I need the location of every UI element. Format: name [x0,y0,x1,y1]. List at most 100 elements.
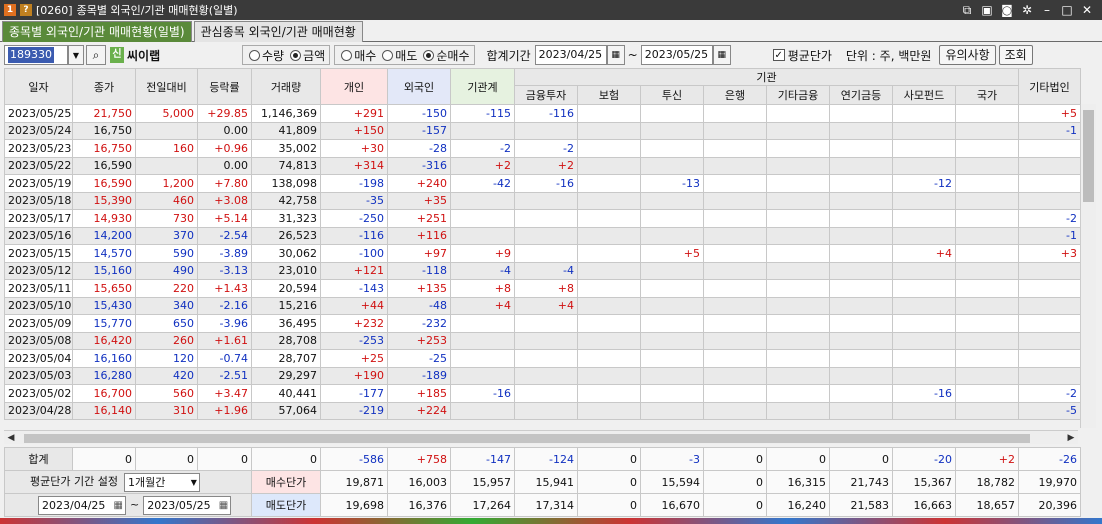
col-other-corp[interactable]: 기타법인 [1018,68,1081,105]
scroll-thumb[interactable] [1083,110,1094,202]
horizontal-scrollbar[interactable]: ◀ ▶ [4,430,1078,444]
tab-watchlist[interactable]: 관심종목 외국인/기관 매매현황 [193,21,363,42]
save-icon[interactable]: ▣ [980,3,994,18]
col-date[interactable]: 일자 [4,68,73,105]
cell-inst-sub [514,349,578,368]
table-row[interactable]: 2023/05/11 15,650 220 +1.43 20,594 -143 +135 +8… [4,279,1081,298]
scroll-left-icon[interactable]: ◀ [4,433,18,443]
cell-inst-sub [766,209,830,228]
code-dropdown-icon[interactable]: ▼ [68,45,84,65]
tab-stock-daily[interactable]: 종목별 외국인/기관 매매현황(일별) [2,21,192,42]
radio-quantity[interactable]: 수량 [249,47,284,64]
search-icon[interactable]: ⌕ [86,45,106,65]
cell-inst-sub [640,261,704,280]
table-row[interactable]: 2023/05/17 14,930 730 +5.14 31,323 -250 +251 -2 [4,209,1081,228]
cell-rate: -0.74 [197,349,252,368]
start-date-field[interactable]: 2023/04/25 [534,45,607,65]
cell-close: 16,700 [72,384,136,403]
col-inst-sub[interactable]: 국가 [955,85,1019,105]
total-inst-sub: 0 [766,447,830,471]
maximize-icon[interactable]: □ [1060,3,1074,18]
cell-inst-sub [766,156,830,175]
calendar-icon[interactable]: ▦ [712,45,731,65]
scroll-thumb[interactable] [24,434,1030,443]
calendar-icon[interactable]: ▦ [606,45,625,65]
table-row[interactable]: 2023/05/22 16,590 0.00 74,813 +314 -316 +2 +2 [4,156,1081,175]
end-date-field[interactable]: 2023/05/25 [640,45,713,65]
link-icon[interactable]: ⧉ [960,3,974,18]
cell-inst-sub [892,314,956,333]
cell-foreign: +251 [387,209,451,228]
table-row[interactable]: 2023/05/09 15,770 650 -3.96 36,495 +232 -232 [4,314,1081,333]
cell-date: 2023/04/28 [4,401,73,420]
col-inst-sub[interactable]: 연기금등 [829,85,893,105]
col-inst-sub[interactable]: 금융투자 [514,85,578,105]
avg-date-range: 2023/04/25 ~2023/05/25 [4,493,252,517]
table-row[interactable]: 2023/05/19 16,590 1,200 +7.80 138,098 -198 +24… [4,174,1081,193]
table-row[interactable]: 2023/05/08 16,420 260 +1.61 28,708 -253 +253 [4,331,1081,350]
radio-amount[interactable]: 금액 [290,47,325,64]
cell-inst-sub [703,331,767,350]
table-row[interactable]: 2023/05/02 16,700 560 +3.47 40,441 -177 +185 -1… [4,384,1081,403]
vertical-scrollbar[interactable] [1080,104,1096,428]
cell-foreign: +97 [387,244,451,263]
minimize-icon[interactable]: – [1040,3,1054,18]
gear-icon[interactable]: ✲ [1020,3,1034,18]
table-row[interactable]: 2023/05/24 16,750 0.00 41,809 +150 -157 -1 [4,121,1081,140]
col-foreign[interactable]: 외국인 [387,68,451,105]
total-inst-sub: 0 [703,447,767,471]
cell-inst-sub [955,384,1019,403]
scroll-right-icon[interactable]: ▶ [1064,433,1078,443]
table-row[interactable]: 2023/05/18 15,390 460 +3.08 42,758 -35 +35 [4,191,1081,210]
avg-start-date-field[interactable]: 2023/04/25 [38,495,126,515]
col-volume[interactable]: 거래량 [251,68,321,105]
table-row[interactable]: 2023/05/25 21,750 5,000 +29.85 1,146,369 +291… [4,104,1081,123]
period-select[interactable]: 1개월간 [123,472,200,492]
col-inst-sub[interactable]: 사모펀드 [892,85,956,105]
table-row[interactable]: 2023/05/23 16,750 160 +0.96 35,002 +30 -28 -2 -2 [4,139,1081,158]
table-row[interactable]: 2023/05/16 14,200 370 -2.54 26,523 -116 +116 -1 [4,226,1081,245]
col-rate[interactable]: 등락률 [197,68,252,105]
cell-close: 16,750 [72,139,136,158]
cell-rate: -2.51 [197,366,252,385]
query-button[interactable]: 조회 [998,45,1033,65]
col-inst-total[interactable]: 기관계 [450,68,515,105]
col-change[interactable]: 전일대비 [135,68,198,105]
cell-date: 2023/05/18 [4,191,73,210]
cell-inst-sub [955,174,1019,193]
col-individual[interactable]: 개인 [320,68,388,105]
table-row[interactable]: 2023/05/15 14,570 590 -3.89 30,062 -100 +97 +9 +… [4,244,1081,263]
cell-volume: 138,098 [251,174,321,193]
stock-code-field[interactable]: 189330 [4,45,68,65]
table-row[interactable]: 2023/05/04 16,160 120 -0.74 28,707 +25 -25 [4,349,1081,368]
camera-icon[interactable]: ◙ [1000,3,1014,18]
buy-price-value: 15,941 [514,470,578,494]
cell-close: 16,590 [72,156,136,175]
cell-inst-sub [514,244,578,263]
col-inst-sub[interactable]: 보험 [577,85,641,105]
cell-inst-sub [514,191,578,210]
col-inst-sub[interactable]: 기타금융 [766,85,830,105]
avg-end-date-field[interactable]: 2023/05/25 [143,495,232,515]
sell-price-label: 매도단가 [251,493,321,517]
radio-net-buy[interactable]: 순매수 [423,47,470,64]
radio-buy[interactable]: 매수 [341,47,376,64]
cell-inst-sub [703,121,767,140]
cell-inst-sub [766,384,830,403]
avg-price-checkbox[interactable]: ✓ 평균단가 [772,47,832,64]
table-row[interactable]: 2023/04/28 16,140 310 +1.96 57,064 -219 +224 -5 [4,401,1081,420]
col-inst-sub[interactable]: 은행 [703,85,767,105]
cell-inst-sub [640,156,704,175]
help-icon[interactable]: ? [20,4,32,16]
close-icon[interactable]: ✕ [1080,3,1094,18]
col-close[interactable]: 종가 [72,68,136,105]
cell-individual: +232 [320,314,388,333]
table-row[interactable]: 2023/05/03 16,280 420 -2.51 29,297 +190 -189 [4,366,1081,385]
table-row[interactable]: 2023/05/10 15,430 340 -2.16 15,216 +44 -48 +4 +4 [4,296,1081,315]
credit-badge: 신 [110,47,124,63]
radio-sell[interactable]: 매도 [382,47,417,64]
notice-button[interactable]: 유의사항 [939,45,996,65]
cell-inst-sub: -116 [514,104,578,123]
col-inst-sub[interactable]: 투신 [640,85,704,105]
table-row[interactable]: 2023/05/12 15,160 490 -3.13 23,010 +121 -118 -4… [4,261,1081,280]
